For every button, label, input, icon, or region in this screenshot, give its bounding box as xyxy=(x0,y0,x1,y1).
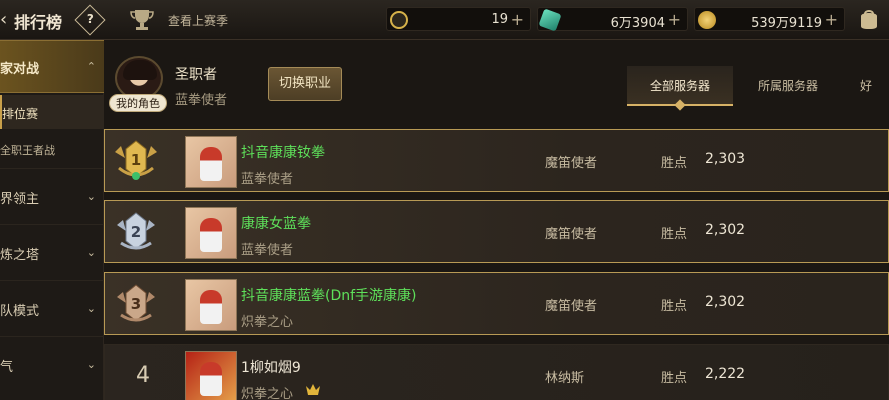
profile-title: 圣职者 xyxy=(175,67,217,83)
currency-value: 19 xyxy=(491,12,508,27)
sidebar-item-label: 家对战 xyxy=(0,62,40,77)
view-last-season-link[interactable]: 查看上赛季 xyxy=(168,12,228,29)
player-class: 炽拳之心 xyxy=(241,315,294,330)
active-tab-marker xyxy=(674,99,686,111)
chevron-down-icon: ⌄ xyxy=(86,246,96,259)
svg-text:3: 3 xyxy=(131,295,141,313)
sidebar-item-popularity[interactable]: 气 ⌄ xyxy=(0,336,104,392)
wins-label: 胜点 xyxy=(661,299,688,314)
wins-label: 胜点 xyxy=(661,371,688,386)
bronze-medal-icon: 3 xyxy=(117,284,155,322)
ranking-row[interactable]: 3 抖音康康蓝拳(Dnf手游康康) 炽拳之心 魔笛使者 胜点 2,302 xyxy=(104,272,889,335)
crystal-icon xyxy=(538,8,562,32)
chevron-down-icon: ⌄ xyxy=(86,302,96,315)
trophy-icon[interactable] xyxy=(129,8,155,32)
portrait-figure xyxy=(200,218,222,252)
portrait-figure xyxy=(200,147,222,181)
page-title: 排行榜 xyxy=(14,13,63,32)
tab-label: 全部服务器 xyxy=(649,79,710,93)
tab-label: 所属服务器 xyxy=(757,79,818,93)
gold-coin-icon xyxy=(698,11,716,29)
sidebar-subitem-label: 排位赛 xyxy=(2,107,39,121)
wins-label: 胜点 xyxy=(661,156,688,171)
help-glyph: ? xyxy=(86,12,94,27)
chevron-down-icon: ⌄ xyxy=(86,358,96,371)
player-class: 蓝拳使者 xyxy=(241,243,294,258)
sidebar-item-label: 气 xyxy=(0,360,14,375)
wins-value: 2,222 xyxy=(705,366,746,382)
player-class: 蓝拳使者 xyxy=(241,172,294,187)
svg-text:1: 1 xyxy=(131,151,141,169)
avatar-hair xyxy=(123,60,157,80)
gold-medal-icon: 1 xyxy=(115,140,157,180)
sidebar-subitem-king-battle[interactable]: 全职王者战 xyxy=(0,132,104,166)
profile-class: 蓝拳使者 xyxy=(175,93,228,108)
player-portrait xyxy=(185,279,237,331)
currency-c-coin: 19 + xyxy=(386,7,531,31)
chevron-up-icon: ⌃ xyxy=(86,60,96,73)
help-icon[interactable]: ? xyxy=(74,4,106,36)
tab-all-servers[interactable]: 全部服务器 xyxy=(627,66,733,111)
server-name: 魔笛使者 xyxy=(545,299,598,314)
chevron-down-icon: ⌄ xyxy=(86,190,96,203)
tab-own-server[interactable]: 所属服务器 xyxy=(740,66,836,106)
c-coin-icon xyxy=(390,11,408,29)
player-portrait xyxy=(185,207,237,259)
sidebar-item-label: 炼之塔 xyxy=(0,248,40,263)
sidebar-item-label: 队模式 xyxy=(0,304,40,319)
rank-number: 4 xyxy=(136,363,150,388)
wins-label: 胜点 xyxy=(661,227,688,242)
currency-value: 539万9119 xyxy=(751,16,822,31)
wins-value: 2,302 xyxy=(705,294,746,310)
bag-icon[interactable] xyxy=(857,8,881,30)
tab-friends[interactable]: 好 xyxy=(860,66,889,106)
add-currency-button[interactable]: + xyxy=(511,10,524,29)
server-name: 魔笛使者 xyxy=(545,156,598,171)
server-name: 林纳斯 xyxy=(545,371,585,386)
portrait-figure xyxy=(200,362,222,396)
ranking-row[interactable]: 1 抖音康康钕拳 蓝拳使者 魔笛使者 胜点 2,303 xyxy=(104,129,889,192)
add-currency-button[interactable]: + xyxy=(668,10,681,29)
portrait-figure xyxy=(200,290,222,324)
currency-crystal: 6万3904 + xyxy=(537,7,688,32)
player-portrait xyxy=(185,351,237,400)
crown-icon xyxy=(306,384,320,395)
my-role-badge: 我的角色 xyxy=(109,94,167,112)
tab-label: 好 xyxy=(860,79,873,93)
sidebar-item-label: 界领主 xyxy=(0,192,40,207)
sidebar-item-match[interactable]: 家对战 ⌃ xyxy=(0,40,104,93)
player-name: 1柳如烟9 xyxy=(241,360,301,376)
ranking-row[interactable]: 4 1柳如烟9 炽拳之心 林纳斯 胜点 2,222 xyxy=(104,344,889,400)
silver-medal-icon: 2 xyxy=(117,212,155,250)
sidebar-subitem-label: 全职王者战 xyxy=(0,144,55,157)
currency-gold: 539万9119 + xyxy=(694,7,845,31)
sidebar-item-tower[interactable]: 炼之塔 ⌄ xyxy=(0,224,104,280)
top-bar: ‹ 排行榜 ? 查看上赛季 19 + 6万3904 + 539万9119 + xyxy=(0,0,889,40)
sidebar-item-team-mode[interactable]: 队模式 ⌄ xyxy=(0,280,104,336)
wins-value: 2,302 xyxy=(705,222,746,238)
sidebar-subitem-ranked[interactable]: 排位赛 xyxy=(0,95,104,129)
player-portrait xyxy=(185,136,237,188)
svg-text:2: 2 xyxy=(131,223,141,241)
add-currency-button[interactable]: + xyxy=(825,10,838,29)
player-name: 康康女蓝拳 xyxy=(241,216,311,232)
ranking-row[interactable]: 2 康康女蓝拳 蓝拳使者 魔笛使者 胜点 2,302 xyxy=(104,200,889,263)
currency-value: 6万3904 xyxy=(610,16,665,31)
wins-value: 2,303 xyxy=(705,151,746,167)
player-class: 炽拳之心 xyxy=(241,387,294,400)
sidebar: 家对战 ⌃ 排位赛 全职王者战 界领主 ⌄ 炼之塔 ⌄ 队模式 ⌄ 气 ⌄ xyxy=(0,40,104,400)
sidebar-item-world-lord[interactable]: 界领主 ⌄ xyxy=(0,168,104,224)
back-chevron-icon[interactable]: ‹ xyxy=(0,8,14,32)
player-name: 抖音康康蓝拳(Dnf手游康康) xyxy=(241,288,417,304)
switch-job-button[interactable]: 切换职业 xyxy=(268,67,342,101)
server-name: 魔笛使者 xyxy=(545,227,598,242)
player-name: 抖音康康钕拳 xyxy=(241,145,325,161)
